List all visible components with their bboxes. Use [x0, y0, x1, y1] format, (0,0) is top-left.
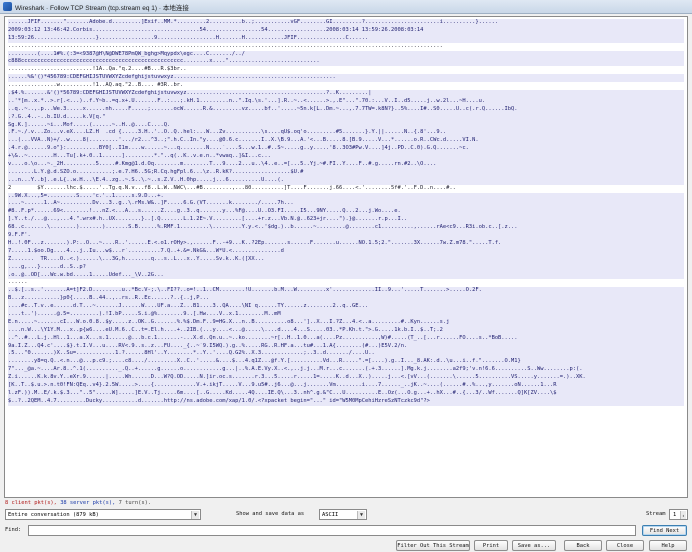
stream-line: ....~......1..A~..........Dv...3..g..\.r…	[8, 200, 684, 209]
stream-line: .4.r.@......9.o"}:..........BY0[..I1m...…	[8, 145, 684, 154]
stream-line: .........(....1#%.(:3=<9387@H\N@DWE78PmQ…	[8, 50, 684, 59]
stream-line: ...(...VVA..N)+/..w....8(.........'.../r…	[8, 137, 684, 146]
stream-line: 2009:03:12 13:46:42.Corbis..............…	[8, 26, 684, 35]
stream-line: Z.i......K.k.8v.Y..eXr.9......|.....Wh..…	[8, 374, 684, 382]
window-title: Wireshark · Follow TCP Stream (tcp.strea…	[15, 4, 189, 12]
stream-line: 68..c.......\........).......).......S.B…	[8, 224, 684, 233]
stream-line: E.n.....~.......cI...W.o.0.8..$y.....z..…	[8, 318, 684, 327]
bottom-button-row: Filter Out This Stream Print Save as... …	[0, 540, 692, 552]
chevron-down-icon[interactable]: ▼	[191, 511, 199, 519]
stream-line: l.zF.)).M..E/.k.$.3..."..5".....W].....]…	[8, 389, 684, 398]
stream-line: ..$.[..s..'.......A=t]F2.D.........u..*B…	[8, 287, 684, 296]
stream-line: ..'*[m..x.*..>.r[.<...)..f.Y~b..=q.x+.U.…	[8, 97, 684, 106]
save-as-button[interactable]: Save as...	[512, 540, 556, 551]
conversation-select-value: Entire conversation (879 kB)	[8, 511, 99, 518]
stream-line: ......JFIF.......".......Adobe.d........…	[8, 19, 684, 27]
stream-line: ....#c..T.v..e......d.T...~.......J.....…	[8, 303, 684, 311]
stream-number-value: 1	[673, 511, 677, 518]
stream-line: [K..T..$.u.>.n.t0!FN:QEq..v4}.2.5W.....>…	[8, 381, 684, 390]
stream-number-spinner[interactable]: 1 ⇕	[669, 509, 688, 520]
data-format-select[interactable]: ASCII ▼	[319, 509, 367, 520]
server-pkts-count: 38 server pkt(s),	[60, 500, 116, 506]
stream-label: Stream	[646, 511, 666, 517]
stream-content-pane[interactable]: ......JFIF.......".......Adobe.d........…	[4, 16, 688, 498]
find-next-button[interactable]: Find Next	[642, 525, 687, 536]
stream-line: .F.~./.v...Zo...v.eX....LZ.H .cd {.....3…	[8, 129, 684, 138]
conversation-select[interactable]: Entire conversation (879 kB) ▼	[5, 509, 201, 520]
find-row: Find: Find Next	[0, 525, 692, 537]
stream-line: ........L.Y.@.d.SZO.o...........;.e.7.H6…	[8, 168, 684, 177]
data-format-value: ASCII	[322, 511, 339, 518]
stream-line: ].Y..t./...@...,...4.".wrx#.h..UX.......…	[8, 216, 684, 225]
stream-line: #8..F.p*......69<........!...nZ.<...A...…	[8, 208, 684, 217]
stream-line: ......	[8, 279, 684, 288]
stream-line: ........................................…	[8, 42, 684, 51]
stream-line: 7.....1.$oo.Dg....4...j..Iu...w$...r`...…	[8, 247, 684, 256]
close-button[interactable]: Close	[606, 540, 644, 551]
stream-line: ..^..#...L.j..Hl..1...a.X...s.1......@..…	[8, 334, 684, 343]
stream-line: 7"..._@a.~....Ar.8..^.1(.........._.Q..+…	[8, 366, 684, 375]
stream-line: ....t..')......@.5=.........).!I.bP.....…	[8, 310, 684, 319]
stream-line: .$4.%.......&'()*56789:CDEFGHIJSTUVWXYZc…	[8, 90, 684, 98]
stream-line: Z....... TR....O..<.)......\...3G,h.....…	[8, 255, 684, 264]
stream-line: 9a.I.Z...Q4.c'....$}.t.I.V...u....RV<.9.…	[8, 342, 684, 351]
stream-line: $..?..2QEM..4.7.........Ducky...........…	[8, 397, 684, 406]
stream-line: .?.G..4..-..b.IU.d.....k.V[q."	[8, 113, 684, 122]
stream-line: ..........................!1A..Qa."q.2..…	[8, 66, 684, 75]
stream-line: H..!.0F...z.......).P:..O...~....R..'...…	[8, 239, 684, 248]
help-button[interactable]: Help	[649, 540, 687, 551]
stream-line: ....g,...}......d..S..p?	[8, 263, 684, 272]
filter-out-stream-button[interactable]: Filter Out This Stream	[396, 540, 470, 551]
stream-line: 9.F.F'.	[8, 232, 684, 240]
turns-count: 7 turn(s).	[118, 500, 152, 506]
wireshark-icon	[3, 2, 12, 11]
stream-line: c888cccccccccccccccccccccccccccccccccccc…	[8, 58, 684, 67]
window-titlebar[interactable]: Wireshark · Follow TCP Stream (tcp.strea…	[0, 0, 692, 14]
controls-row: Entire conversation (879 kB) ▼ Show and …	[0, 509, 692, 521]
back-button[interactable]: Back	[564, 540, 602, 551]
print-button[interactable]: Print	[474, 540, 508, 551]
stream-line: Sg.K.]......~i...Mof.....(......~..H..@.…	[8, 121, 684, 130]
packet-legend: 8 client pkt(s), 38 server pkt(s), 7 tur…	[5, 500, 151, 508]
stream-line: ......%&'()*456789:CDEFGHIJSTUVWXYZcdefg…	[8, 74, 684, 83]
stream-line: .o..@..OD[...Wc.w.bd.....1.....Udef..._\…	[8, 271, 684, 280]
stream-line: +\&..~........H...Tu[.k+.0..1......]....…	[8, 153, 684, 162]
stream-line: v....o.\o...~._2H..........5.....#.Kmg@1…	[8, 161, 684, 169]
stream-lines: ......JFIF.......".......Adobe.d........…	[5, 17, 687, 408]
stream-line: ........y8=q.Q..<.n...@...p.c9.;....c8..…	[8, 358, 684, 367]
stream-line: 2 $Y.......lhc.$.....'..Tg.q.N.v...f8..L…	[8, 184, 684, 193]
chevron-down-icon[interactable]: ▼	[357, 511, 365, 519]
stream-line: ....n.W...\Y1Y.M...x..p{w6....eU.M.6..C.…	[8, 326, 684, 335]
stream-line: ...............w..........!1..AQ.aq."2..…	[8, 82, 684, 91]
stream-line: .5..."0.......)X..Su=............1.?....…	[8, 350, 684, 359]
show-save-label: Show and save data as	[236, 511, 305, 517]
spinner-arrows-icon[interactable]: ⇕	[680, 511, 686, 519]
stream-line: ..q..~..,.p...We.3.....x......nh.....F..…	[8, 105, 684, 114]
find-input[interactable]	[28, 525, 636, 536]
client-pkts-count: 8 client pkt(s),	[5, 500, 57, 506]
stream-line: ..9W.X...,5=.........S....'c.'..1.....s.…	[8, 192, 684, 201]
stream-line: 13:59:26...................}............…	[8, 34, 684, 43]
find-label: Find:	[5, 527, 22, 533]
stream-line: B...z...........}p0{.....B..44..,..rs..R…	[8, 295, 684, 304]
stream-line: ...n...Y..b]..e.L{..w.H...\E.4..zg..~.S.…	[8, 176, 684, 185]
